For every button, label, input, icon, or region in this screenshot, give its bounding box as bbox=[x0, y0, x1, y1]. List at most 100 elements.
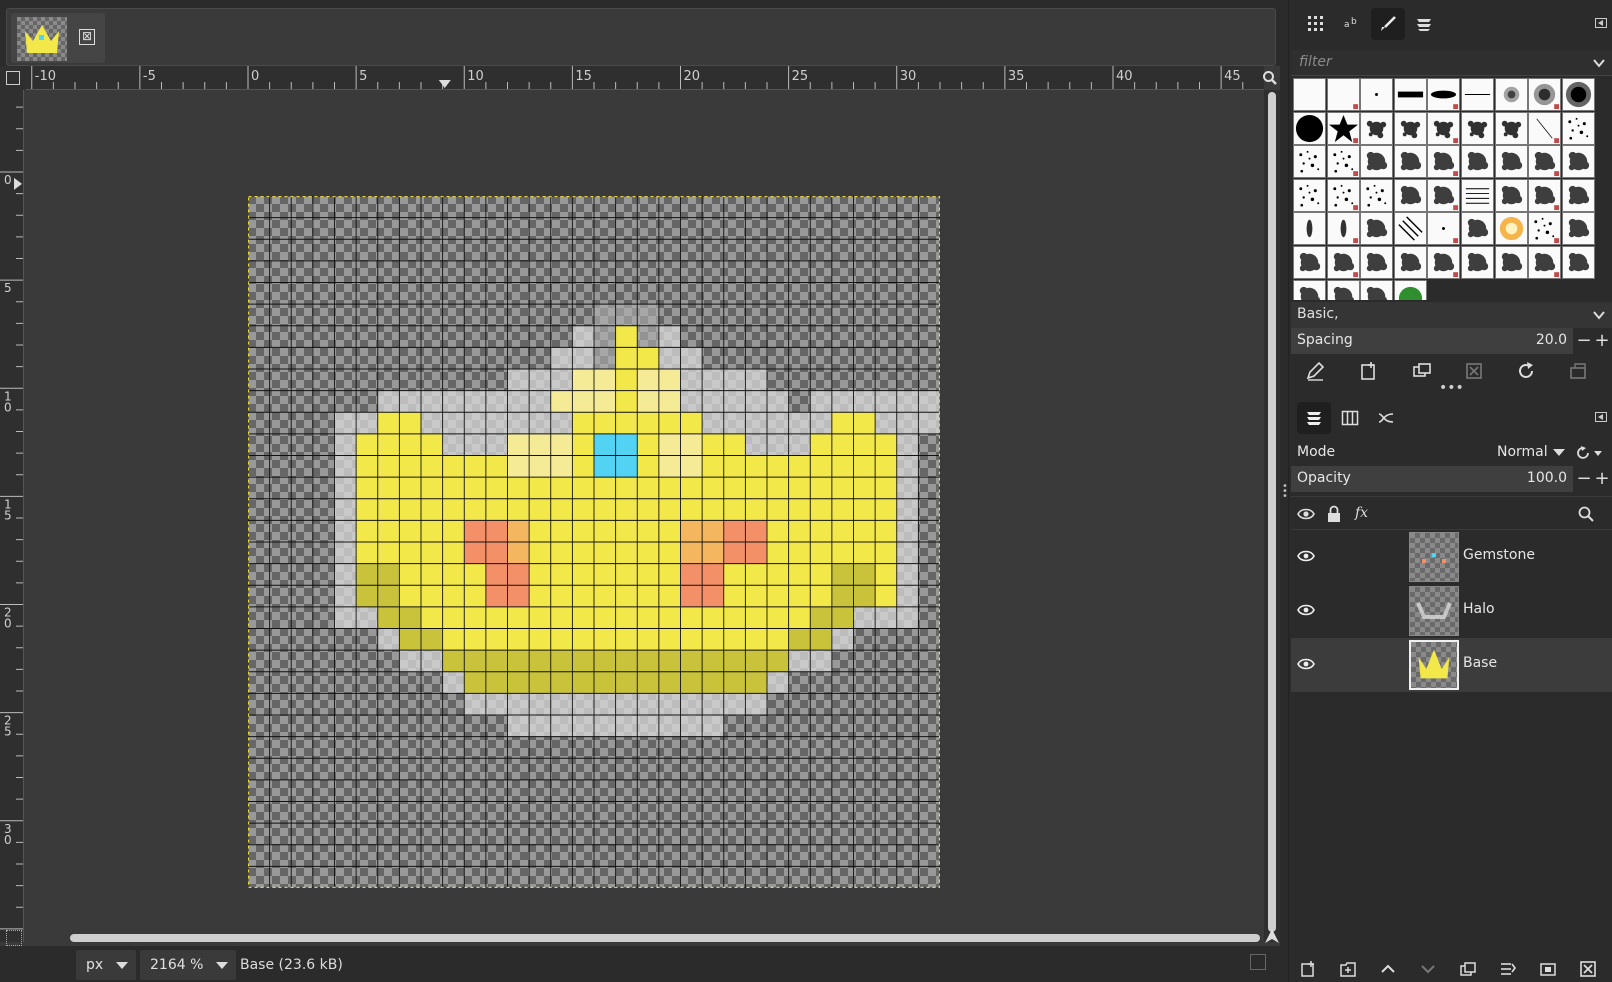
brush-item[interactable] bbox=[1561, 78, 1595, 111]
brush-item[interactable] bbox=[1393, 145, 1427, 179]
tab-paths[interactable] bbox=[1369, 402, 1403, 434]
duplicate-brush-icon[interactable] bbox=[1411, 360, 1433, 382]
brush-item[interactable] bbox=[1393, 178, 1427, 212]
dock-menu-icon[interactable] bbox=[1595, 412, 1607, 422]
brush-item[interactable] bbox=[1360, 111, 1394, 145]
image-tab[interactable]: ⊠ bbox=[11, 13, 105, 63]
open-brush-as-image-icon[interactable] bbox=[1567, 360, 1589, 382]
brush-item[interactable] bbox=[1360, 212, 1394, 246]
navigate-icon[interactable] bbox=[1264, 928, 1280, 944]
layer-row-base[interactable]: Base bbox=[1291, 638, 1612, 692]
refresh-brushes-icon[interactable] bbox=[1515, 360, 1537, 382]
brush-item[interactable] bbox=[1461, 178, 1494, 212]
vertical-scrollbar-thumb[interactable] bbox=[1268, 92, 1276, 932]
brush-item[interactable] bbox=[1326, 145, 1360, 179]
eye-icon[interactable] bbox=[1297, 603, 1315, 617]
brush-item[interactable] bbox=[1293, 78, 1326, 111]
brush-item[interactable] bbox=[1528, 111, 1562, 145]
zoom-icon[interactable] bbox=[1262, 70, 1278, 86]
tab-fonts[interactable]: a b bbox=[1335, 8, 1369, 40]
horizontal-scrollbar[interactable] bbox=[70, 934, 1260, 944]
eye-icon[interactable] bbox=[1297, 505, 1315, 523]
vertical-ruler[interactable]: 051015202530 bbox=[0, 90, 24, 942]
brush-item[interactable] bbox=[1393, 279, 1427, 300]
menu-toggle-icon[interactable] bbox=[6, 71, 20, 85]
brush-item[interactable] bbox=[1561, 178, 1595, 212]
brush-item[interactable] bbox=[1461, 246, 1494, 279]
brush-item[interactable] bbox=[1461, 78, 1494, 111]
brush-item[interactable] bbox=[1293, 178, 1326, 212]
brush-item[interactable] bbox=[1494, 145, 1528, 179]
brush-item[interactable] bbox=[1528, 212, 1562, 246]
brush-item[interactable] bbox=[1293, 145, 1326, 179]
layer-list[interactable]: Gemstone Halo Base bbox=[1291, 530, 1612, 930]
brush-item[interactable] bbox=[1326, 111, 1360, 145]
dock-menu-icon[interactable] bbox=[1595, 18, 1607, 28]
brush-item[interactable] bbox=[1393, 111, 1427, 145]
opacity-increase-button[interactable]: + bbox=[1593, 468, 1611, 490]
spacing-decrease-button[interactable]: − bbox=[1575, 330, 1593, 352]
brush-item[interactable] bbox=[1427, 178, 1461, 212]
brush-item[interactable] bbox=[1494, 212, 1528, 246]
edit-brush-icon[interactable] bbox=[1305, 360, 1327, 382]
close-tab-icon[interactable]: ⊠ bbox=[79, 29, 95, 45]
brush-item[interactable] bbox=[1528, 145, 1562, 179]
horizontal-scrollbar-thumb[interactable] bbox=[70, 934, 1260, 942]
brush-item[interactable] bbox=[1360, 279, 1394, 300]
brush-item[interactable] bbox=[1494, 78, 1528, 111]
brush-item[interactable] bbox=[1326, 246, 1360, 279]
tab-channels[interactable] bbox=[1333, 402, 1367, 434]
brush-item[interactable] bbox=[1561, 145, 1595, 179]
brush-item[interactable] bbox=[1528, 178, 1562, 212]
brush-item[interactable] bbox=[1393, 246, 1427, 279]
brush-item[interactable] bbox=[1528, 246, 1562, 279]
brush-item[interactable] bbox=[1393, 212, 1427, 246]
merge-layer-icon[interactable] bbox=[1499, 960, 1517, 978]
pixel-canvas[interactable] bbox=[248, 196, 940, 888]
brush-item[interactable] bbox=[1326, 279, 1360, 300]
delete-brush-icon[interactable] bbox=[1463, 360, 1485, 382]
brush-item[interactable] bbox=[1494, 246, 1528, 279]
quick-mask-icon[interactable] bbox=[6, 930, 22, 946]
brush-item[interactable] bbox=[1360, 178, 1394, 212]
brush-item[interactable] bbox=[1427, 111, 1461, 145]
brush-item[interactable] bbox=[1461, 212, 1494, 246]
brush-item[interactable] bbox=[1427, 246, 1461, 279]
horizontal-ruler[interactable]: -10 -5 0 5 10 15 20 25 30 35 40 45 bbox=[26, 66, 1264, 90]
tab-layers[interactable] bbox=[1297, 402, 1331, 434]
raise-layer-icon[interactable] bbox=[1379, 960, 1397, 978]
brush-item[interactable] bbox=[1293, 279, 1326, 300]
brush-item[interactable] bbox=[1427, 212, 1461, 246]
brush-item[interactable] bbox=[1293, 246, 1326, 279]
brush-item[interactable] bbox=[1461, 145, 1494, 179]
tab-brushes[interactable] bbox=[1371, 8, 1405, 40]
lower-layer-icon[interactable] bbox=[1419, 960, 1437, 978]
brush-tag-select[interactable]: Basic, bbox=[1291, 302, 1612, 328]
layer-row-gemstone[interactable]: Gemstone bbox=[1291, 530, 1612, 584]
vertical-scrollbar[interactable] bbox=[1264, 90, 1280, 942]
brush-item[interactable] bbox=[1360, 246, 1394, 279]
brush-item[interactable] bbox=[1494, 178, 1528, 212]
image-info-icon[interactable] bbox=[1250, 954, 1266, 970]
new-layer-group-icon[interactable] bbox=[1339, 960, 1357, 978]
splitter-handle-icon[interactable]: • • • bbox=[1282, 482, 1288, 502]
reset-mode-icon[interactable] bbox=[1575, 444, 1605, 462]
tab-tool-options[interactable] bbox=[1299, 8, 1333, 40]
zoom-select[interactable]: 2164 % bbox=[140, 950, 236, 980]
lock-icon[interactable] bbox=[1325, 505, 1343, 523]
duplicate-layer-icon[interactable] bbox=[1459, 960, 1477, 978]
spacing-slider[interactable]: Spacing 20.0 bbox=[1291, 328, 1573, 354]
delete-layer-icon[interactable] bbox=[1579, 960, 1597, 978]
eye-icon[interactable] bbox=[1297, 657, 1315, 671]
search-icon[interactable] bbox=[1577, 505, 1595, 523]
brush-item[interactable] bbox=[1561, 246, 1595, 279]
brush-item[interactable] bbox=[1393, 78, 1427, 111]
brush-filter-input[interactable]: filter bbox=[1291, 50, 1612, 76]
brush-item[interactable] bbox=[1528, 78, 1562, 111]
layer-name[interactable]: Gemstone bbox=[1463, 547, 1535, 563]
spacing-increase-button[interactable]: + bbox=[1593, 330, 1611, 352]
brush-item[interactable] bbox=[1360, 145, 1394, 179]
new-brush-icon[interactable] bbox=[1357, 360, 1379, 382]
brush-item[interactable] bbox=[1561, 212, 1595, 246]
brush-item[interactable] bbox=[1561, 111, 1595, 145]
